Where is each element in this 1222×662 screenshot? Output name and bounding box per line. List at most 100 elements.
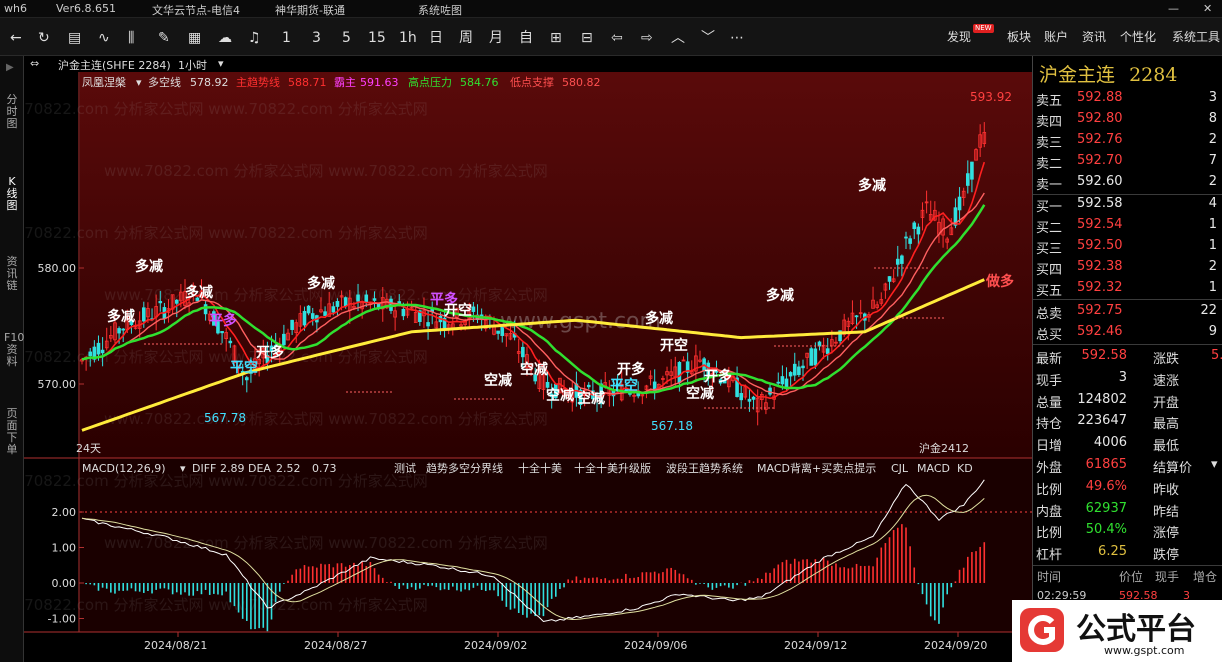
- bid-row[interactable]: 买四 592.38 2: [1033, 257, 1222, 278]
- period-1[interactable]: 1: [282, 28, 291, 48]
- nav-order[interactable]: 页面下单: [4, 408, 20, 456]
- split-icon[interactable]: ⊟: [581, 28, 593, 48]
- quote-label: 持仓: [1036, 417, 1063, 433]
- logo-text: 公式平台: [1076, 612, 1196, 647]
- menu-sectors[interactable]: 板块: [1007, 28, 1031, 45]
- grid-icon[interactable]: ⊞: [550, 28, 562, 48]
- total-sell-vol: 22: [1200, 303, 1217, 318]
- calculator-icon[interactable]: ▦: [188, 28, 201, 48]
- level-volume: 7: [1208, 153, 1217, 168]
- candle-body: [220, 331, 224, 334]
- system-menu[interactable]: 系统咗图: [418, 2, 462, 18]
- candle-body: [739, 393, 743, 401]
- next-icon[interactable]: ⇨: [641, 28, 653, 48]
- close-icon[interactable]: ✕: [1203, 2, 1212, 15]
- ask-row[interactable]: 卖二 592.70 7: [1033, 151, 1222, 172]
- total-sell-row: 总卖 592.75 22: [1033, 301, 1222, 322]
- macd-name: MACD(12,26,9): [82, 462, 166, 475]
- quote-label-2: 涨跌: [1153, 352, 1180, 367]
- down-icon[interactable]: ﹀: [701, 28, 715, 48]
- instrument-code: 2284: [1129, 64, 1178, 86]
- nav-arrow-icon: ▶: [6, 62, 14, 73]
- period-5[interactable]: 5: [342, 28, 351, 48]
- app-name: wh6: [4, 2, 27, 15]
- quote-row: 外盘 61865 结算价 ▾: [1033, 455, 1222, 476]
- period-day[interactable]: 日: [429, 28, 443, 48]
- server-1[interactable]: 文华云节点-电信4: [152, 2, 240, 18]
- date-label: 2024/08/21: [144, 639, 207, 652]
- level-volume: 4: [1208, 196, 1217, 211]
- indicator-header-item: ▾: [136, 76, 142, 89]
- chart-area[interactable]: ⇔ 沪金主连(SHFE 2284) 1小时 ▾ www.70822.com 分析…: [24, 56, 1032, 662]
- indicator-header-item: 低点支撑: [510, 75, 554, 89]
- period-1h[interactable]: 1h: [399, 28, 417, 48]
- period-month[interactable]: 月: [489, 28, 503, 48]
- signal-label: 平空: [230, 359, 258, 376]
- period-week[interactable]: 周: [459, 28, 473, 48]
- level-price: 592.76: [1077, 132, 1123, 147]
- level-label: 卖三: [1036, 136, 1063, 151]
- app-version: Ver6.8.651: [56, 2, 116, 15]
- ask-row[interactable]: 卖一 592.60 2: [1033, 172, 1222, 193]
- menu-system-tools[interactable]: 系统工具: [1172, 28, 1220, 45]
- draw-icon[interactable]: ✎: [158, 28, 170, 48]
- indicator-tab: 趋势多空分界线: [426, 461, 503, 475]
- kline-icon[interactable]: ⫼: [128, 28, 134, 48]
- prev-icon[interactable]: ⇦: [611, 28, 623, 48]
- bid-row[interactable]: 买五 592.32 1: [1033, 278, 1222, 299]
- candle-body: [957, 196, 962, 211]
- candle-body: [142, 307, 146, 322]
- menu-news[interactable]: 资讯: [1082, 28, 1106, 45]
- candle-body: [912, 222, 917, 230]
- left-nav: ▶ 分时图 K线图 资讯链 F10资料 页面下单: [0, 56, 24, 662]
- quote-label-2: 速涨: [1153, 373, 1180, 389]
- menu-personalize[interactable]: 个性化: [1120, 28, 1156, 45]
- quote-row: 持仓 223647 最高: [1033, 411, 1222, 432]
- indicator-header-item: 霸主: [334, 76, 356, 89]
- signal-label: 开多: [704, 368, 732, 385]
- cloud-icon[interactable]: ☁: [218, 28, 232, 48]
- back-icon[interactable]: ←: [10, 28, 22, 48]
- ask-row[interactable]: 卖三 592.76 2: [1033, 130, 1222, 151]
- list-icon[interactable]: ▤: [68, 28, 81, 48]
- bell-icon[interactable]: ♫: [248, 28, 261, 48]
- tick-col-price: 价位: [1119, 570, 1144, 584]
- menu-discover[interactable]: 发现: [947, 28, 971, 45]
- candle-body: [586, 384, 591, 388]
- nav-news-chain[interactable]: 资讯链: [4, 256, 20, 292]
- bid-row[interactable]: 买一 592.58 4: [1033, 194, 1222, 215]
- nav-f10[interactable]: F10资料: [4, 332, 24, 368]
- quote-value: 49.6%: [1085, 478, 1127, 494]
- period-3[interactable]: 3: [312, 28, 321, 48]
- kline-chart[interactable]: www.70822.com 分析家公式网 www.70822.com 分析家公式…: [24, 56, 1032, 662]
- level-label: 买三: [1036, 242, 1063, 257]
- server-2[interactable]: 神华期货-联通: [275, 2, 345, 18]
- candle-body: [117, 328, 121, 334]
- quote-panel: 沪金主连 2284 卖五 592.88 3 卖四 592.80 8 卖三 592.76 2 卖二 5…: [1032, 56, 1222, 662]
- total-sell-price: 592.75: [1077, 303, 1123, 318]
- up-icon[interactable]: ︿: [671, 28, 685, 48]
- tick-header: 时间 价位 现手 增仓: [1033, 568, 1222, 588]
- bid-row[interactable]: 买二 592.54 1: [1033, 215, 1222, 236]
- nav-timeshare[interactable]: 分时图: [4, 94, 20, 130]
- menu-account[interactable]: 账户: [1044, 28, 1068, 45]
- minimize-icon[interactable]: —: [1168, 2, 1179, 15]
- bid-row[interactable]: 买三 592.50 1: [1033, 236, 1222, 257]
- timeline-icon[interactable]: ∿: [98, 28, 110, 48]
- period-custom[interactable]: 自: [519, 28, 533, 48]
- quote-label: 总量: [1036, 395, 1063, 411]
- candle-body: [784, 378, 789, 388]
- signal-label: 开多: [256, 344, 284, 361]
- period-15[interactable]: 15: [368, 28, 386, 48]
- date-label: 2024/09/20: [924, 639, 987, 652]
- ask-row[interactable]: 卖四 592.80 8: [1033, 109, 1222, 130]
- ask-row[interactable]: 卖五 592.88 3: [1033, 88, 1222, 109]
- more-icon[interactable]: ⋯: [730, 28, 744, 48]
- quote-label: 现手: [1036, 373, 1063, 389]
- candle-body: [290, 319, 294, 330]
- refresh-icon[interactable]: ↻: [38, 28, 50, 48]
- candle-body: [747, 398, 752, 402]
- indicator-tab: 波段王趋势系统: [666, 461, 743, 475]
- nav-kline[interactable]: K线图: [4, 176, 20, 212]
- candle-body: [88, 351, 93, 357]
